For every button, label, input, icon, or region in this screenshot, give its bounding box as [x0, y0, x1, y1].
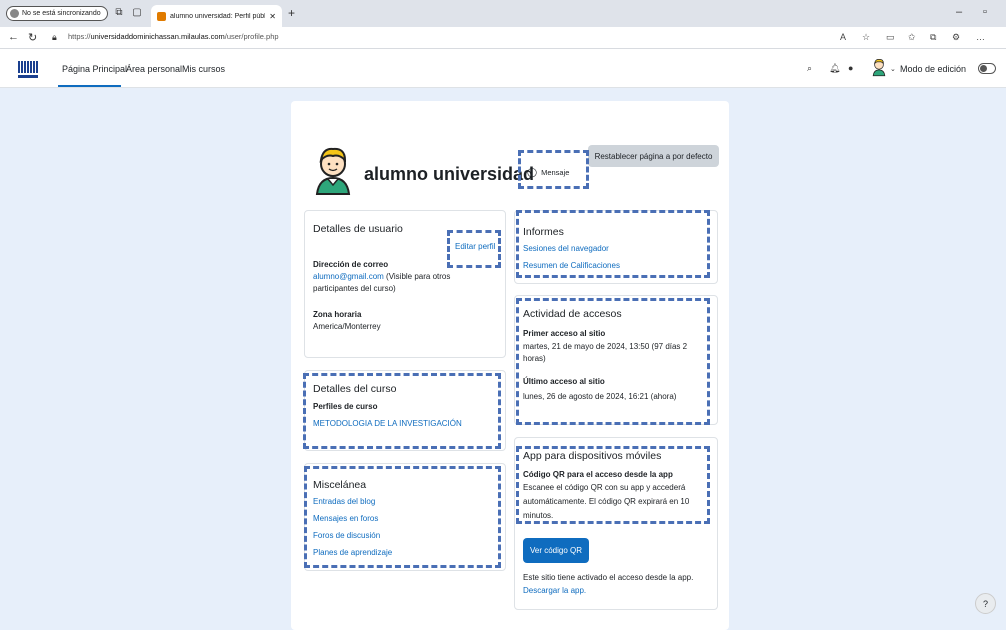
discussion-forums-link[interactable]: Foros de discusión [313, 530, 380, 542]
edit-mode-toggle[interactable] [978, 63, 996, 74]
favorites-icon[interactable]: ✩ [908, 32, 916, 43]
nav-link-my-courses[interactable]: Mis cursos [182, 64, 225, 74]
user-menu-avatar[interactable] [871, 56, 887, 78]
sync-status-button[interactable]: No se está sincronizando [6, 6, 108, 21]
app-access-note: Este sitio tiene activado el acceso desd… [523, 573, 694, 582]
qr-label: Código QR para el acceso desde la app [523, 470, 673, 479]
reset-page-button[interactable]: Restablecer página a por defecto [588, 145, 719, 167]
email-visibility-note: (Visible para otros [383, 272, 451, 281]
url-domain: universidaddominichassan.milaulas.com [90, 32, 225, 41]
extensions-icon[interactable]: ⚙ [952, 32, 960, 43]
browser-tab[interactable]: alumno universidad: Perfil públic ✕ [151, 5, 282, 27]
qr-text-line-1: Escanee el código QR con su app y accede… [523, 483, 686, 492]
new-tab-icon[interactable]: + [288, 6, 295, 20]
reports-title: Informes [523, 226, 564, 238]
access-activity-title: Actividad de accesos [523, 308, 622, 320]
mobile-app-title: App para dispositivos móviles [523, 450, 662, 462]
profile-avatar [315, 147, 351, 195]
more-menu-icon[interactable]: … [976, 32, 985, 42]
first-access-value: martes, 21 de mayo de 2024, 13:50 (97 dí… [523, 342, 688, 351]
minimize-icon[interactable]: – [956, 6, 962, 18]
blog-entries-link[interactable]: Entradas del blog [313, 496, 375, 508]
address-bar: ← ↻ 🔒︎ https://universidaddominichassan.… [0, 27, 1006, 49]
download-app-link[interactable]: Descargar la app. [523, 585, 586, 597]
message-label: Mensaje [541, 168, 570, 177]
collections-icon[interactable]: ⧉ [930, 32, 936, 43]
edit-mode-label: Modo de edición [900, 64, 967, 74]
email-link[interactable]: alumno@gmail.com [313, 272, 384, 281]
timezone-label: Zona horaria [313, 310, 362, 319]
refresh-icon[interactable]: ↻ [28, 31, 37, 44]
browser-sessions-link[interactable]: Sesiones del navegador [523, 243, 609, 255]
learning-plans-link[interactable]: Planes de aprendizaje [313, 547, 392, 559]
last-access-value: lunes, 26 de agosto de 2024, 16:21 (ahor… [523, 392, 677, 401]
view-qr-code-button[interactable]: Ver código QR [523, 538, 589, 563]
qr-text-line-3: minutos. [523, 511, 554, 520]
profile-user-name: alumno universidad [364, 164, 535, 184]
tab-title: alumno universidad: Perfil públic [170, 12, 266, 20]
sync-status-label: No se está sincronizando [22, 10, 101, 17]
nav-link-home[interactable]: Página Principal [62, 64, 127, 74]
url-prefix: https:// [68, 32, 91, 41]
edit-profile-link[interactable]: Editar perfil [455, 241, 495, 253]
lock-icon[interactable]: 🔒︎ [52, 32, 57, 43]
user-menu-chevron-down-icon[interactable]: ⌄ [890, 65, 896, 73]
active-nav-indicator [58, 85, 121, 87]
email-label: Dirección de correo [313, 260, 389, 269]
send-message-link[interactable]: ◯ Mensaje [527, 167, 569, 178]
nav-link-dashboard[interactable]: Área personal [126, 64, 182, 74]
course-profiles-label: Perfiles de curso [313, 402, 378, 411]
course-link[interactable]: METODOLOGIA DE LA INVESTIGACIÓN [313, 418, 462, 430]
first-access-label: Primer acceso al sitio [523, 329, 606, 338]
browser-tab-bar: No se está sincronizando ⧉ ▢ alumno univ… [0, 0, 1006, 27]
site-navbar: Página Principal Área personal Mis curso… [0, 49, 1006, 88]
url-path: /user/profile.php [224, 32, 279, 41]
search-icon[interactable]: ⌕ [807, 63, 812, 74]
forum-posts-link[interactable]: Mensajes en foros [313, 513, 378, 525]
grades-overview-link[interactable]: Resumen de Calificaciones [523, 260, 620, 272]
message-bubble-icon: ◯ [527, 167, 538, 177]
help-button[interactable]: ? [975, 593, 996, 614]
read-aloud-icon[interactable]: A [840, 32, 846, 42]
back-icon[interactable]: ← [8, 31, 19, 43]
first-access-value-2: horas) [523, 354, 546, 363]
restore-icon[interactable]: ▫ [983, 6, 987, 18]
last-access-label: Último acceso al sitio [523, 377, 605, 386]
misc-title: Miscelánea [313, 479, 367, 491]
close-tab-icon[interactable]: ✕ [269, 12, 276, 21]
messages-icon[interactable]: ● [848, 63, 853, 73]
profile-icon [10, 9, 19, 18]
workspaces-icon[interactable]: ⧉ [113, 7, 125, 19]
course-details-title: Detalles del curso [313, 383, 397, 395]
url-field[interactable]: https://universidaddominichassan.milaula… [68, 32, 279, 41]
site-favicon-icon [157, 11, 166, 21]
email-value: alumno@gmail.com (Visible para otros [313, 271, 450, 283]
email-visibility-note-2: participantes del curso) [313, 284, 396, 293]
user-details-title: Detalles de usuario [313, 223, 403, 235]
notifications-bell-icon[interactable]: 🔔︎ [829, 63, 840, 74]
university-logo[interactable] [18, 56, 38, 78]
favorite-star-icon[interactable]: ☆ [862, 32, 870, 43]
split-screen-icon[interactable]: ▭ [886, 32, 895, 43]
timezone-value: America/Monterrey [313, 322, 381, 331]
tab-actions-icon[interactable]: ▢ [131, 7, 143, 19]
qr-text-line-2: automáticamente. El código QR expirará e… [523, 497, 690, 506]
